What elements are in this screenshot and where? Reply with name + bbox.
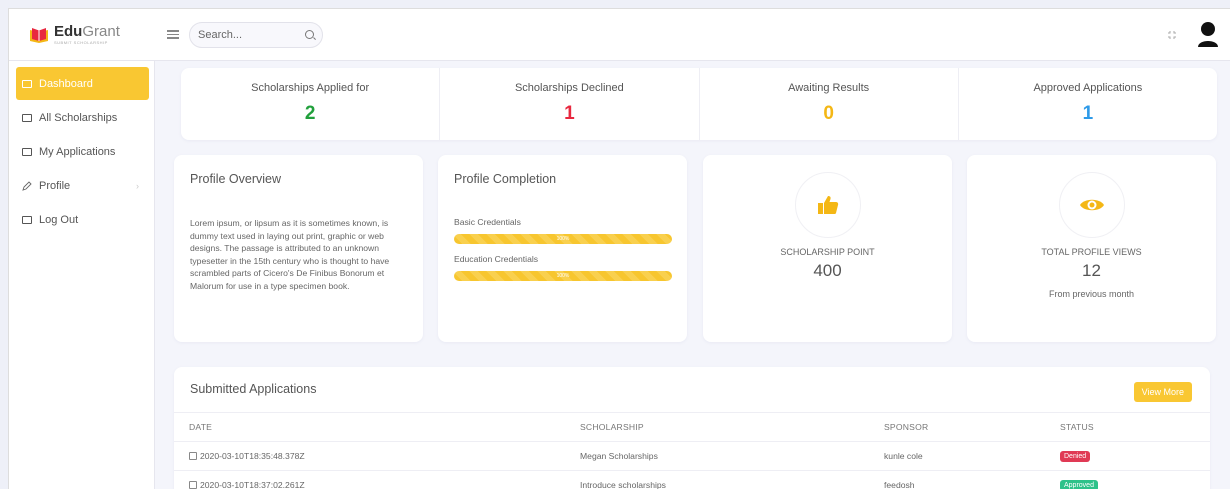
search-box[interactable] <box>189 21 323 48</box>
scholarship-point-label: SCHOLARSHIP POINT <box>780 247 875 257</box>
monitor-icon <box>22 215 32 224</box>
sidebar-item-label: Log Out <box>39 213 79 226</box>
icon-circle <box>794 172 861 238</box>
profile-overview-card: Profile Overview Lorem ipsum, or lipsum … <box>174 155 423 342</box>
monitor-icon <box>22 79 32 88</box>
status-cell: Denied <box>1060 450 1210 462</box>
thumbs-up-icon <box>817 196 838 214</box>
monitor-icon <box>22 113 32 122</box>
scholarship-point-value: 400 <box>813 261 842 280</box>
sidebar-item-label: Profile <box>39 179 71 192</box>
fullscreen-icon[interactable] <box>1167 30 1177 40</box>
sidebar-item-label: My Applications <box>39 145 116 158</box>
view-more-button[interactable]: View More <box>1133 382 1192 402</box>
stat-label: Scholarships Declined <box>514 82 624 94</box>
status-cell: Approved <box>1060 479 1210 489</box>
sponsor-cell: feedosh <box>884 480 915 489</box>
column-header-status[interactable]: STATUS <box>1060 422 1210 432</box>
date-text: 2020-03-10T18:37:02.261Z <box>200 480 305 489</box>
scholarship-cell: Megan Scholarships <box>580 451 658 461</box>
progress-bar-basic: 100% <box>454 234 672 244</box>
stat-applied: Scholarships Applied for 2 <box>181 68 441 140</box>
user-avatar-icon[interactable] <box>1197 20 1219 48</box>
stats-card: Scholarships Applied for 2 Scholarships … <box>181 68 1217 140</box>
card-title: Profile Overview <box>190 172 281 186</box>
table-row[interactable]: 2020-03-10T18:37:02.261Z Introduce schol… <box>174 470 1210 489</box>
main-content: Scholarships Applied for 2 Scholarships … <box>155 61 1230 489</box>
sidebar: Dashboard All Scholarships My Applicatio… <box>9 61 155 489</box>
profile-views-label: TOTAL PROFILE VIEWS <box>1041 247 1142 257</box>
progress-label: Basic Credentials <box>454 217 521 227</box>
stat-value: 2 <box>304 103 316 124</box>
progress-fill: 100% <box>454 234 672 244</box>
top-bar: EduGrant SUBMIT SCHOLARSHIP <box>9 9 1230 61</box>
sidebar-item-all-scholarships[interactable]: All Scholarships <box>16 101 149 134</box>
profile-views-card: TOTAL PROFILE VIEWS 12 From previous mon… <box>967 155 1216 342</box>
sidebar-item-my-applications[interactable]: My Applications <box>16 135 149 168</box>
sidebar-item-dashboard[interactable]: Dashboard <box>16 67 149 100</box>
column-header-scholarship[interactable]: SCHOLARSHIP <box>580 422 884 432</box>
card-title: Profile Completion <box>454 172 557 186</box>
calendar-icon <box>189 452 197 460</box>
table-row[interactable]: 2020-03-10T18:35:48.378Z Megan Scholarsh… <box>174 441 1210 470</box>
submitted-applications-card: Submitted Applications View More DATE SC… <box>174 367 1210 489</box>
stat-label: Approved Applications <box>1033 82 1143 94</box>
stat-label: Scholarships Applied for <box>251 82 370 94</box>
date-text: 2020-03-10T18:35:48.378Z <box>200 451 305 461</box>
progress-fill: 100% <box>454 271 672 281</box>
status-badge: Denied <box>1060 451 1091 462</box>
sidebar-item-log-out[interactable]: Log Out <box>16 203 149 236</box>
scholarship-cell: Introduce scholarships <box>580 480 666 489</box>
profile-views-note: From previous month <box>1048 289 1135 299</box>
chevron-right-icon: › <box>136 180 139 191</box>
table-header-row: DATE SCHOLARSHIP SPONSOR STATUS <box>174 412 1210 441</box>
app-frame: EduGrant SUBMIT SCHOLARSHIP Dashboard Al… <box>8 8 1230 489</box>
sidebar-item-profile[interactable]: Profile › <box>16 169 149 202</box>
status-badge: Approved <box>1060 480 1098 489</box>
stat-value: 1 <box>1082 103 1094 124</box>
stat-value: 1 <box>564 103 575 124</box>
date-cell: 2020-03-10T18:35:48.378Z <box>174 451 580 461</box>
applications-table: DATE SCHOLARSHIP SPONSOR STATUS 2020-03-… <box>174 412 1210 489</box>
stat-awaiting: Awaiting Results 0 <box>700 68 959 140</box>
search-icon[interactable] <box>305 30 314 39</box>
sidebar-item-label: Dashboard <box>39 77 93 90</box>
monitor-icon <box>22 147 32 156</box>
icon-circle <box>1058 172 1125 238</box>
sponsor-cell: kunle cole <box>884 451 923 461</box>
profile-completion-card: Profile Completion Basic Credentials 100… <box>438 155 687 342</box>
pencil-icon <box>22 180 32 191</box>
eye-icon <box>1079 199 1104 211</box>
profile-overview-text: Lorem ipsum, or lipsum as it is sometime… <box>190 218 390 291</box>
search-input[interactable] <box>198 28 298 41</box>
menu-toggle-icon[interactable] <box>167 30 179 39</box>
book-logo-icon <box>30 27 48 43</box>
logo-name-light: Grant <box>82 22 120 40</box>
logo-tagline: SUBMIT SCHOLARSHIP <box>54 39 108 45</box>
scholarship-point-card: SCHOLARSHIP POINT 400 <box>703 155 952 342</box>
sidebar-item-label: All Scholarships <box>39 111 118 124</box>
stat-value: 0 <box>823 103 834 124</box>
date-cell: 2020-03-10T18:37:02.261Z <box>174 480 580 489</box>
stat-label: Awaiting Results <box>788 82 870 94</box>
stat-approved: Approved Applications 1 <box>959 68 1217 140</box>
stat-declined: Scholarships Declined 1 <box>440 68 700 140</box>
logo[interactable]: EduGrant SUBMIT SCHOLARSHIP <box>29 22 149 45</box>
card-title: Submitted Applications <box>190 382 317 396</box>
column-header-date[interactable]: DATE <box>174 422 580 432</box>
progress-label: Education Credentials <box>454 254 539 264</box>
profile-views-value: 12 <box>1082 261 1101 280</box>
calendar-icon <box>189 481 197 489</box>
progress-bar-education: 100% <box>454 271 672 281</box>
column-header-sponsor[interactable]: SPONSOR <box>884 422 1060 432</box>
logo-name-bold: Edu <box>54 22 83 40</box>
